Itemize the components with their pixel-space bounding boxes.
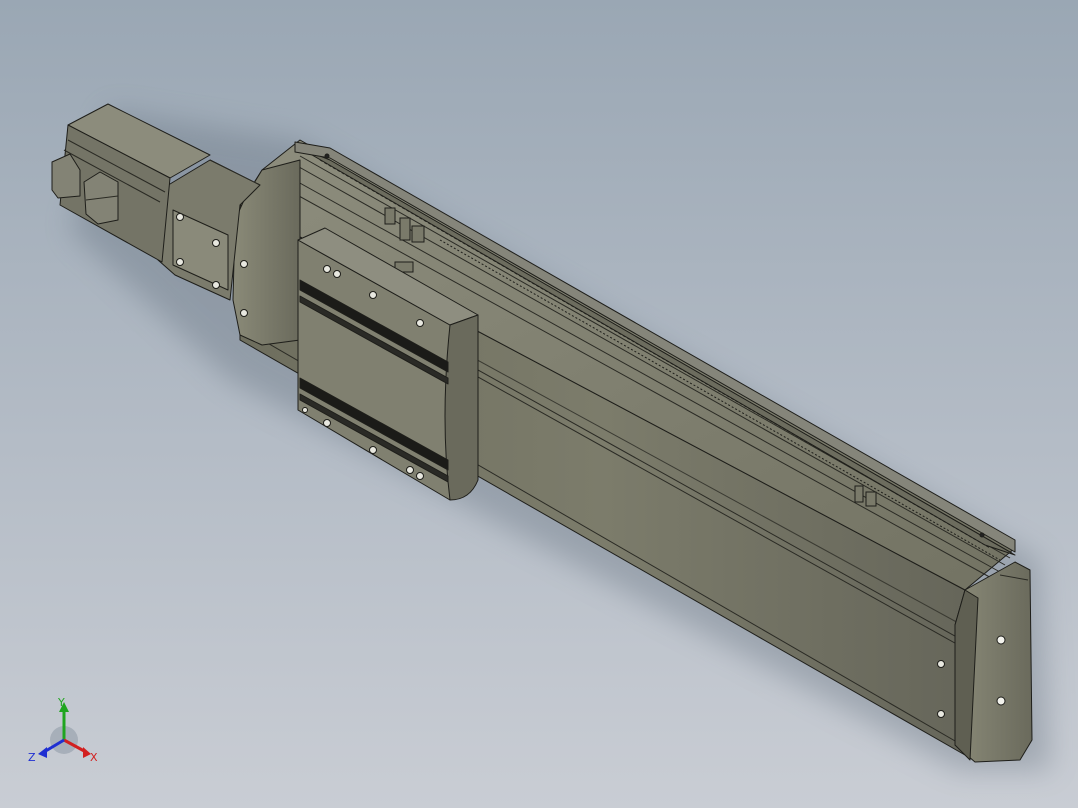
orientation-triad[interactable]: Y X Z [26, 692, 106, 772]
z-axis-label: Z [28, 751, 36, 764]
linear-actuator-model[interactable] [0, 0, 1078, 808]
y-axis-label: Y [58, 696, 65, 709]
rail-body [239, 139, 1016, 756]
z-axis-arrowhead [38, 747, 47, 758]
graphics-viewport[interactable]: Y X Z [0, 0, 1078, 808]
x-axis-label: X [90, 751, 98, 764]
